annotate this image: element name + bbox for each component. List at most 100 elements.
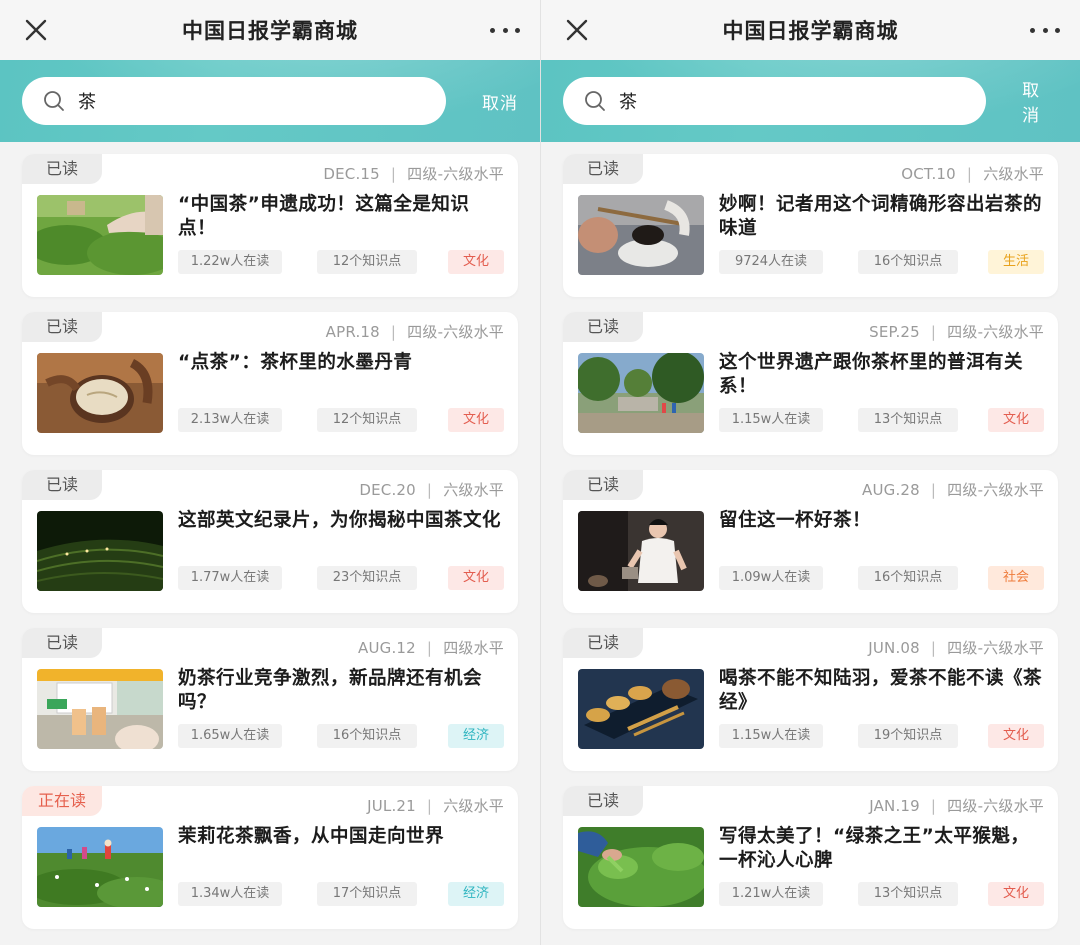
read-status-badge: 已读 (563, 154, 644, 184)
close-icon[interactable] (563, 16, 591, 44)
article-meta: AUG.12 | 四级水平 (358, 639, 504, 657)
read-status-badge: 已读 (563, 786, 644, 816)
article-card[interactable]: 已读 SEP.25 | 四级-六级水平 这个世界遗产跟你茶杯里的普洱有关系！ 1.1… (563, 312, 1058, 455)
article-thumbnail-tea-field-picking[interactable] (37, 195, 163, 275)
article-card[interactable]: 已读 JUN.08 | 四级-六级水平 喝茶不能不知陆羽，爱茶不能不读《茶经》 1.… (563, 628, 1058, 771)
article-date: JUL.21 (367, 797, 416, 815)
article-thumbnail-tea-leaves-spoon[interactable] (578, 195, 704, 275)
search-input[interactable] (619, 90, 919, 112)
article-title[interactable]: 妙啊！记者用这个词精确形容出岩茶的味道 (719, 193, 1044, 241)
article-card[interactable]: 正在读 JUL.21 | 六级水平 茉莉花茶飘香，从中国走向世界 1.34w人在读 … (22, 786, 518, 929)
article-thumbnail-jasmine-field[interactable] (37, 827, 163, 907)
phone-screen-left: 中国日报学霸商城 取消 已读 DEC.15|四级-六级水平 “中国茶”申遗成功！… (0, 0, 540, 945)
article-date: AUG.28 (861, 481, 920, 499)
article-card[interactable]: 已读 DEC.20 | 六级水平 这部英文纪录片，为你揭秘中国茶文化 1.77w人在… (22, 470, 518, 613)
article-title[interactable]: 写得太美了！“绿茶之王”太平猴魁，一杯沁人心脾 (719, 825, 1044, 873)
article-level: 四级-六级水平 (407, 165, 504, 183)
top-bar: 中国日报学霸商城 (0, 0, 540, 60)
search-bar: 取消 (541, 60, 1080, 142)
article-level: 六级水平 (443, 481, 504, 499)
article-card[interactable]: 已读 APR.18 | 四级-六级水平 “点茶”：茶杯里的水墨丹青 2.13w人在读… (22, 312, 518, 455)
search-bar: 取消 (0, 60, 540, 142)
category-tag: 文化 (448, 566, 504, 590)
search-icon (44, 91, 64, 111)
readers-count: 9724人在读 (719, 250, 823, 274)
search-box[interactable] (22, 77, 446, 125)
knowledge-points-count: 13个知识点 (858, 882, 958, 906)
article-card[interactable]: 已读 OCT.10 | 六级水平 妙啊！记者用这个词精确形容出岩茶的味道 9724人… (563, 154, 1058, 297)
category-tag: 文化 (448, 250, 504, 274)
article-meta: DEC.20 | 六级水平 (359, 481, 504, 499)
article-date: APR.18 (325, 323, 380, 341)
article-date: DEC.15 (323, 165, 380, 183)
article-thumbnail-night-tea-terrace[interactable] (37, 511, 163, 591)
category-tag: 文化 (988, 408, 1044, 432)
article-level: 六级水平 (443, 797, 504, 815)
article-meta: JUN.08 | 四级-六级水平 (868, 639, 1044, 657)
article-title[interactable]: “中国茶”申遗成功！这篇全是知识点！ (178, 193, 504, 241)
readers-count: 1.15w人在读 (719, 724, 823, 748)
readers-count: 1.77w人在读 (178, 566, 282, 590)
article-title[interactable]: 留住这一杯好茶！ (719, 509, 1044, 533)
category-tag: 生活 (988, 250, 1044, 274)
article-thumbnail-tea-artist[interactable] (578, 511, 704, 591)
article-date: DEC.20 (359, 481, 416, 499)
article-card[interactable]: 已读 DEC.15 | 四级-六级水平 “中国茶”申遗成功！这篇全是知识点！ 1.2… (22, 154, 518, 297)
cancel-button[interactable]: 取消 (482, 89, 518, 114)
article-list: 已读 DEC.15 | 四级-六级水平 “中国茶”申遗成功！这篇全是知识点！ 1.2… (0, 142, 540, 929)
readers-count: 1.09w人在读 (719, 566, 823, 590)
readers-count: 1.15w人在读 (719, 408, 823, 432)
article-title[interactable]: 喝茶不能不知陆羽，爱茶不能不读《茶经》 (719, 667, 1044, 715)
more-options-icon[interactable] (1030, 18, 1060, 42)
knowledge-points-count: 23个知识点 (317, 566, 417, 590)
read-status-badge: 已读 (22, 312, 103, 342)
article-meta: OCT.10 | 六级水平 (901, 165, 1044, 183)
screens-container: 中国日报学霸商城 取消 已读 DEC.15|四级-六级水平 “中国茶”申遗成功！… (0, 0, 1080, 945)
article-title[interactable]: 这部英文纪录片，为你揭秘中国茶文化 (178, 509, 504, 533)
knowledge-points-count: 16个知识点 (858, 250, 958, 274)
article-thumbnail-tea-set[interactable] (578, 669, 704, 749)
category-tag: 经济 (448, 882, 504, 906)
article-meta: APR.18 | 四级-六级水平 (325, 323, 504, 341)
article-level: 四级-六级水平 (947, 797, 1044, 815)
more-options-icon[interactable] (490, 18, 520, 42)
close-icon[interactable] (22, 16, 50, 44)
category-tag: 社会 (988, 566, 1044, 590)
article-thumbnail-milk-tea-shop[interactable] (37, 669, 163, 749)
read-status-badge: 已读 (563, 628, 644, 658)
article-meta: JAN.19 | 四级-六级水平 (869, 797, 1044, 815)
article-meta: SEP.25 | 四级-六级水平 (869, 323, 1044, 341)
readers-count: 1.65w人在读 (178, 724, 282, 748)
app-title: 中国日报学霸商城 (182, 19, 358, 43)
article-card[interactable]: 已读 AUG.12 | 四级水平 奶茶行业竞争激烈，新品牌还有机会吗？ 1.65w人… (22, 628, 518, 771)
readers-count: 1.22w人在读 (178, 250, 282, 274)
read-status-badge: 已读 (563, 312, 644, 342)
read-status-badge: 已读 (563, 470, 644, 500)
readers-count: 1.21w人在读 (719, 882, 823, 906)
read-status-badge: 已读 (22, 628, 103, 658)
article-thumbnail-tea-bowl[interactable] (37, 353, 163, 433)
search-box[interactable] (563, 77, 987, 125)
article-meta: JUL.21 | 六级水平 (367, 797, 504, 815)
article-thumbnail-heritage-forest[interactable] (578, 353, 704, 433)
article-card[interactable]: 已读 JAN.19 | 四级-六级水平 写得太美了！“绿茶之王”太平猴魁，一杯沁人心… (563, 786, 1058, 929)
read-status-badge: 已读 (22, 154, 103, 184)
knowledge-points-count: 17个知识点 (317, 882, 417, 906)
knowledge-points-count: 13个知识点 (858, 408, 958, 432)
article-title[interactable]: 茉莉花茶飘香，从中国走向世界 (178, 825, 504, 849)
cancel-button[interactable]: 取消 (1022, 76, 1058, 126)
article-card[interactable]: 已读 AUG.28 | 四级-六级水平 留住这一杯好茶！ 1.09w人在读 16个知… (563, 470, 1058, 613)
search-input[interactable] (78, 90, 378, 112)
phone-screen-right: 中国日报学霸商城 取消 已读 OCT.10|六级水平 妙啊！记者用这个词精确形容… (540, 0, 1080, 945)
article-thumbnail-green-tea-hand[interactable] (578, 827, 704, 907)
article-title[interactable]: 奶茶行业竞争激烈，新品牌还有机会吗？ (178, 667, 504, 715)
knowledge-points-count: 16个知识点 (858, 566, 958, 590)
article-title[interactable]: “点茶”：茶杯里的水墨丹青 (178, 351, 504, 375)
search-icon (585, 91, 605, 111)
article-title[interactable]: 这个世界遗产跟你茶杯里的普洱有关系！ (719, 351, 1044, 399)
article-level: 四级-六级水平 (947, 481, 1044, 499)
read-status-badge: 正在读 (22, 786, 103, 816)
knowledge-points-count: 19个知识点 (858, 724, 958, 748)
category-tag: 文化 (448, 408, 504, 432)
article-level: 六级水平 (983, 165, 1044, 183)
